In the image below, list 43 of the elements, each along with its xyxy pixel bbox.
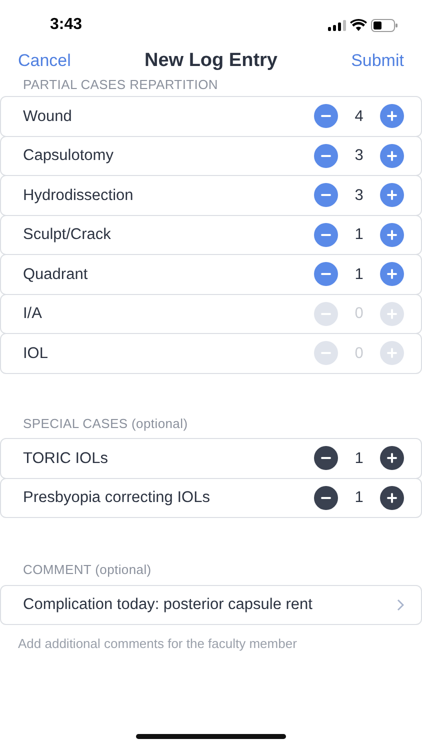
row-label: Capsulotomy	[23, 146, 114, 166]
plus-icon	[387, 348, 397, 358]
plus-icon	[387, 190, 397, 200]
plus-icon	[387, 492, 397, 503]
row-label: TORIC IOLs	[23, 448, 108, 469]
count-value: 1	[354, 488, 364, 508]
screen-title: New Log Entry	[144, 48, 278, 73]
row-label: I/A	[23, 304, 42, 324]
clock-time: 3:43	[50, 15, 82, 35]
wifi-icon	[350, 19, 367, 31]
row-label: Hydrodissection	[23, 186, 134, 206]
increment-button[interactable]	[380, 446, 404, 470]
row-label: IOL	[23, 344, 48, 364]
comment-text: Complication today: posterior capsule rent	[23, 595, 312, 616]
count-value: 1	[354, 264, 364, 285]
plus-icon	[387, 453, 397, 464]
row-label: Wound	[23, 106, 72, 127]
decrement-button[interactable]	[314, 486, 338, 510]
count-value: 3	[354, 186, 364, 206]
plus-icon	[387, 269, 397, 280]
row-label: Sculpt/Crack	[23, 225, 111, 246]
section-header: PARTIAL CASES REPARTITION	[22, 79, 219, 91]
row-label: Presbyopia correcting IOLs	[23, 488, 210, 508]
count-value: 1	[354, 225, 364, 246]
increment-button[interactable]	[380, 486, 404, 510]
plus-icon	[387, 111, 397, 122]
footer-hint: Add additional comments for the faculty member	[17, 635, 298, 653]
section-header: COMMENT (optional)	[22, 561, 152, 579]
chevron-icon	[397, 598, 404, 611]
cancel-button[interactable]: Cancel	[18, 48, 71, 74]
section-header: SPECIAL CASES (optional)	[22, 414, 189, 433]
count-value: 3	[354, 146, 364, 166]
submit-button[interactable]: Submit	[351, 48, 404, 74]
decrement-button[interactable]	[314, 446, 338, 470]
count-value: 1	[354, 448, 364, 469]
plus-icon	[387, 230, 397, 240]
plus-icon	[387, 150, 397, 161]
count-value: 4	[354, 106, 364, 127]
battery-icon	[371, 18, 398, 32]
row-label: Quadrant	[23, 264, 88, 285]
signal-icon	[328, 20, 346, 30]
plus-icon	[387, 308, 397, 319]
comment-row[interactable]: Complication today: posterior capsule rent	[0, 584, 422, 625]
